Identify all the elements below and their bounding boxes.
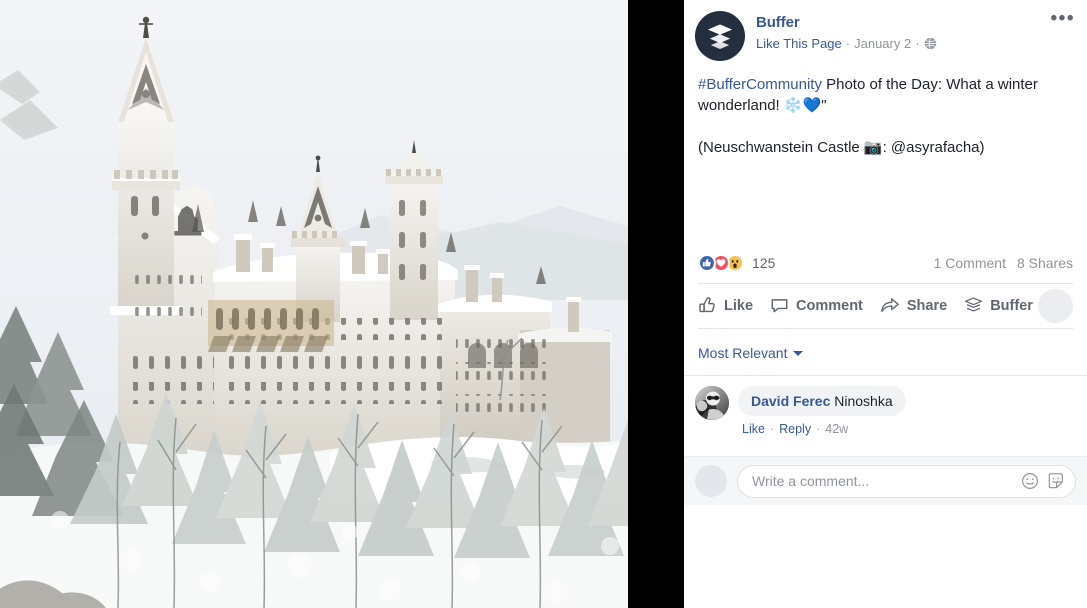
globe-icon[interactable] — [924, 37, 937, 50]
post-paragraph-2: (Neuschwanstein Castle 📷: @asyrafacha) — [698, 139, 985, 156]
comment-content: David Ferec Ninoshka Like · Reply · 42w — [738, 386, 906, 436]
facebook-post-panel: Buffer Like This Page · January 2 · ••• … — [684, 0, 1087, 608]
page-avatar[interactable] — [695, 11, 745, 61]
share-arrow-icon — [881, 298, 899, 313]
like-button[interactable]: Like — [698, 296, 753, 315]
speech-bubble-icon — [771, 299, 788, 313]
comment-composer — [684, 456, 1087, 505]
blue-heart-emoji: 💙 — [802, 96, 822, 114]
post-paragraph-1: #BufferCommunity Photo of the Day: What … — [698, 74, 1073, 116]
share-button-label: Share — [906, 297, 948, 314]
snowflake-emoji: ❄️ — [783, 96, 803, 114]
reaction-count[interactable]: 125 — [752, 255, 775, 271]
most-relevant-dropdown[interactable]: Most Relevant — [698, 345, 804, 361]
avatar-photo — [695, 386, 729, 420]
reactions-summary-row: 125 1 Comment 8 Shares — [684, 250, 1087, 276]
buffer-button[interactable]: Buffer — [964, 296, 1033, 315]
share-count[interactable]: 8 Shares — [1017, 255, 1073, 271]
comment-sep-2: · — [816, 422, 821, 436]
like-button-label: Like — [724, 297, 754, 314]
comment-actions: Like · Reply · 42w — [738, 422, 906, 436]
buffer-stack-logo-icon — [708, 24, 732, 49]
comment-like-link[interactable]: Like — [742, 422, 765, 436]
meta-separator-1: · — [845, 36, 851, 51]
page-name[interactable]: Buffer — [756, 14, 1073, 32]
comment-input-wrapper[interactable] — [737, 464, 1076, 498]
castle-photo-illustration — [0, 0, 628, 608]
reaction-icons-group[interactable] — [698, 254, 744, 272]
comment-text: Ninoshka — [834, 393, 893, 409]
loading-placeholder-oval — [1037, 288, 1073, 323]
like-reaction-icon — [698, 254, 716, 272]
comment-sep-1: · — [769, 422, 775, 436]
current-user-avatar[interactable] — [695, 465, 727, 497]
hashtag-link[interactable]: #BufferCommunity — [698, 76, 822, 93]
comment-timestamp[interactable]: 42w — [825, 422, 848, 436]
sort-label: Most Relevant — [698, 345, 788, 361]
buffer-stack-icon — [965, 297, 983, 312]
comment-button-label: Comment — [796, 297, 863, 314]
meta-separator-2: · — [915, 36, 920, 51]
post-text-trailing: " — [821, 97, 827, 114]
smiley-icon[interactable] — [1021, 472, 1039, 490]
comment-count[interactable]: 1 Comment — [934, 255, 1006, 271]
post-action-bar: Like Comment Share Buffer — [684, 287, 1087, 324]
share-button[interactable]: Share — [880, 296, 947, 315]
screenshot-root: Buffer Like This Page · January 2 · ••• … — [0, 0, 1087, 608]
post-date[interactable]: January 2 — [854, 35, 911, 52]
chevron-down-icon — [793, 350, 804, 356]
comment-sort-row: Most Relevant — [684, 340, 1087, 366]
comment-reply-link[interactable]: Reply — [779, 422, 811, 436]
action-bar-divider-top — [698, 283, 1073, 284]
thumbs-up-icon — [699, 297, 715, 313]
comment-button[interactable]: Comment — [770, 296, 863, 315]
comment-input[interactable] — [752, 473, 1021, 489]
post-subline: Like This Page · January 2 · — [756, 35, 1073, 52]
comment-item: David Ferec Ninoshka Like · Reply · 42w — [684, 386, 1087, 436]
post-message: #BufferCommunity Photo of the Day: What … — [684, 61, 1087, 158]
comment-section-divider — [684, 375, 1087, 376]
comment-author-avatar[interactable] — [695, 386, 729, 420]
post-photo[interactable] — [0, 0, 628, 608]
post-header: Buffer Like This Page · January 2 · ••• — [684, 0, 1087, 61]
post-more-options-button[interactable]: ••• — [1051, 9, 1075, 28]
comment-author-name[interactable]: David Ferec — [751, 393, 830, 409]
sticker-icon[interactable] — [1047, 472, 1065, 490]
composer-icons — [1021, 472, 1065, 490]
like-this-page-link[interactable]: Like This Page — [756, 35, 842, 52]
comment-bubble: David Ferec Ninoshka — [738, 386, 906, 416]
post-panel-empty-space — [684, 505, 1087, 608]
buffer-button-label: Buffer — [990, 297, 1033, 314]
counts-right: 1 Comment 8 Shares — [934, 255, 1073, 271]
black-gutter-divider — [628, 0, 684, 608]
page-meta: Buffer Like This Page · January 2 · — [756, 11, 1073, 52]
action-bar-divider-bottom — [698, 328, 1073, 329]
